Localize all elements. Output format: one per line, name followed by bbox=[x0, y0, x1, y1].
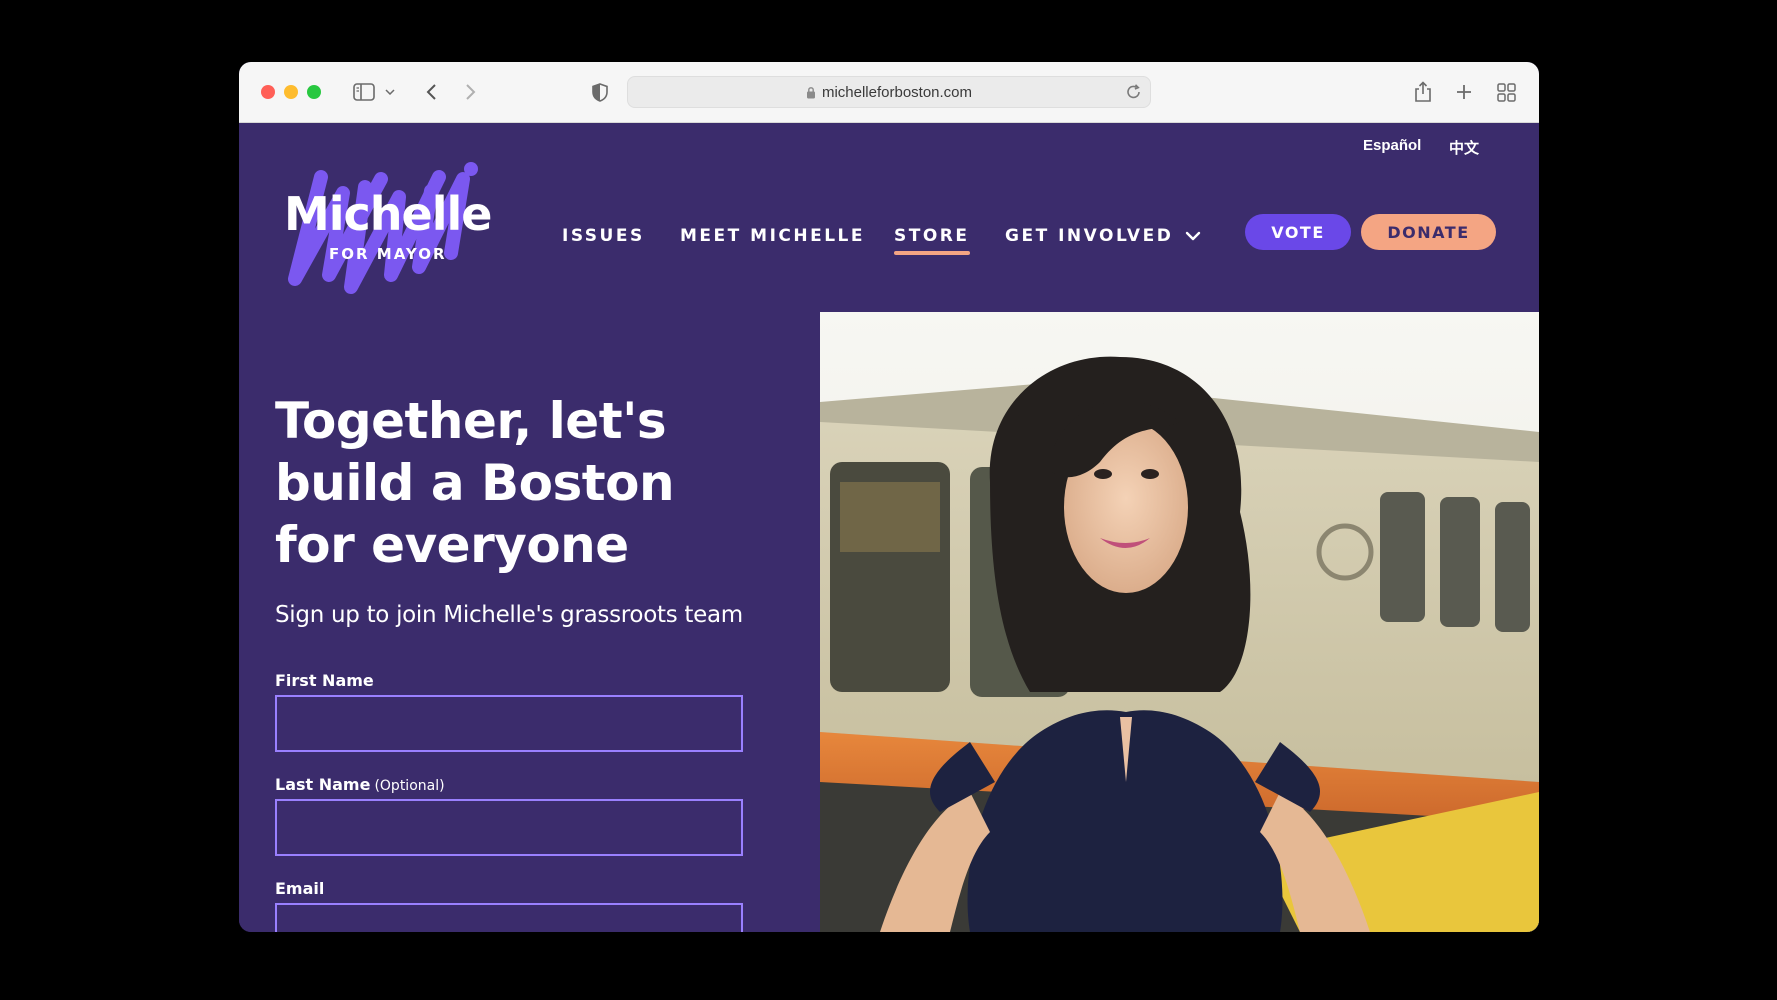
url-text: michelleforboston.com bbox=[821, 83, 973, 101]
share-icon[interactable] bbox=[1411, 78, 1435, 106]
chevron-down-icon bbox=[1186, 231, 1201, 241]
forward-arrow-icon[interactable] bbox=[459, 78, 483, 106]
vote-button[interactable]: VOTE bbox=[1245, 214, 1351, 250]
privacy-shield-icon[interactable] bbox=[589, 78, 611, 106]
last-name-field[interactable] bbox=[275, 799, 743, 856]
donate-button[interactable]: DONATE bbox=[1361, 214, 1496, 250]
language-chinese-link[interactable]: 中文 bbox=[1449, 137, 1479, 158]
logo-subtitle: FOR MAYOR bbox=[329, 245, 447, 263]
sidebar-toggle-icon[interactable] bbox=[351, 78, 377, 106]
nav-issues[interactable]: ISSUES bbox=[562, 226, 645, 246]
lock-icon bbox=[806, 86, 815, 98]
back-arrow-icon[interactable] bbox=[419, 78, 443, 106]
tab-overview-icon[interactable] bbox=[1495, 78, 1517, 106]
candidate-photo-image bbox=[820, 312, 1539, 932]
browser-toolbar: michelleforboston.com bbox=[239, 62, 1539, 123]
nav-meet-michelle[interactable]: MEET MICHELLE bbox=[680, 226, 865, 246]
new-tab-plus-icon[interactable] bbox=[1453, 78, 1475, 106]
browser-window: michelleforboston.com Español 中文 Michell… bbox=[239, 62, 1539, 932]
email-label: Email bbox=[275, 879, 325, 898]
logo-name: Michelle bbox=[284, 187, 492, 241]
close-window-button[interactable] bbox=[261, 85, 275, 99]
language-spanish-link[interactable]: Español bbox=[1363, 137, 1421, 154]
address-bar[interactable]: michelleforboston.com bbox=[627, 76, 1151, 108]
email-field[interactable] bbox=[275, 903, 743, 932]
first-name-label: First Name bbox=[275, 671, 374, 690]
minimize-window-button[interactable] bbox=[284, 85, 298, 99]
campaign-site: Español 中文 Michelle FOR MAYOR ISSUES MEE… bbox=[239, 123, 1539, 932]
optional-note: (Optional) bbox=[374, 778, 445, 794]
reload-icon[interactable] bbox=[1126, 83, 1142, 106]
nav-get-involved-label: GET INVOLVED bbox=[1005, 226, 1174, 246]
nav-store[interactable]: STORE bbox=[894, 226, 970, 255]
zoom-window-button[interactable] bbox=[307, 85, 321, 99]
last-name-label-text: Last Name bbox=[275, 775, 371, 794]
nav-get-involved[interactable]: GET INVOLVED bbox=[1005, 226, 1201, 246]
first-name-field[interactable] bbox=[275, 695, 743, 752]
candidate-photo bbox=[820, 312, 1539, 932]
chevron-down-icon[interactable] bbox=[383, 78, 397, 106]
last-name-label: Last Name (Optional) bbox=[275, 775, 445, 794]
hero-subhead: Sign up to join Michelle's grassroots te… bbox=[275, 602, 743, 628]
hero-headline: Together, let's build a Boston for every… bbox=[275, 392, 675, 574]
site-logo[interactable]: Michelle FOR MAYOR bbox=[281, 157, 492, 297]
